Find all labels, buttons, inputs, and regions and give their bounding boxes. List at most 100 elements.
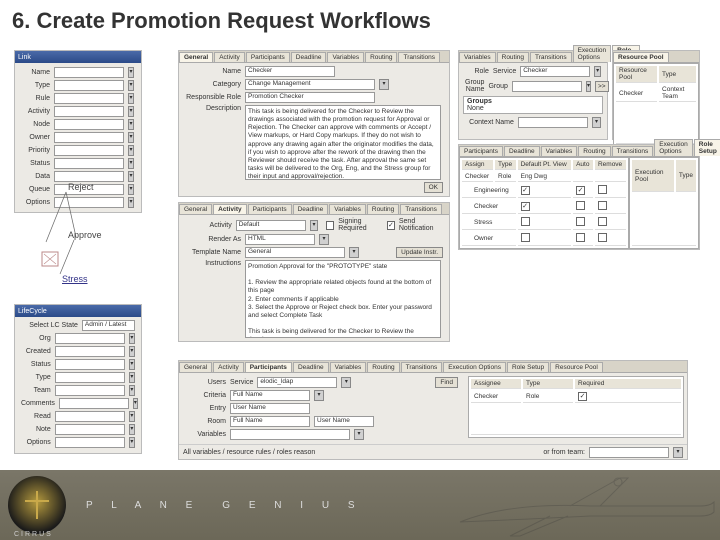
lc-sel5[interactable] [59,398,129,409]
chevron-down-icon[interactable]: ▾ [128,67,134,78]
chevron-down-icon[interactable]: ▾ [129,346,135,357]
chevron-down-icon[interactable]: ▾ [310,220,319,231]
cg-tab2[interactable]: Variables [541,146,578,156]
tab-trans-tr1[interactable]: Transitions [530,52,572,62]
chevron-down-icon[interactable]: ▾ [129,437,135,448]
cg-chk[interactable] [576,217,585,226]
tab-variables2[interactable]: Variables [329,204,366,214]
tab-variables[interactable]: Variables [327,52,364,62]
cg-chk[interactable] [521,217,530,226]
chevron-down-icon[interactable]: ▾ [319,234,329,245]
groups-listbox[interactable]: Groups None [463,96,603,114]
chevron-down-icon[interactable]: ▾ [129,424,135,435]
chevron-down-icon[interactable]: ▾ [128,93,134,104]
chevron-down-icon[interactable]: ▾ [129,385,135,396]
cg-chk[interactable] [598,185,607,194]
tab-vars-tr1[interactable]: Variables [459,52,496,62]
gen-cat-select[interactable]: Change Management [245,79,375,90]
criteria-select[interactable]: Full Name [230,390,310,401]
tab-respool-tr2[interactable]: Resource Pool [613,52,669,62]
tab-respool3[interactable]: Resource Pool [550,362,603,372]
cg-chk[interactable] [598,201,607,210]
tab-general3[interactable]: General [179,362,212,372]
tab-participants2[interactable]: Participants [248,204,292,214]
lc-sel3[interactable] [55,372,125,383]
lp-sel3[interactable] [54,106,124,117]
tab-activity[interactable]: Activity [214,52,245,62]
lc-sel8[interactable] [55,437,125,448]
signing-checkbox[interactable] [326,221,334,230]
cg-tab4[interactable]: Transitions [612,146,654,156]
lc-sel7[interactable] [55,424,125,435]
lp-sel8[interactable] [54,171,124,182]
gen-resp-input[interactable]: Promotion Checker [245,92,375,103]
cg-chk[interactable] [598,217,607,226]
tab-exec-tr1[interactable]: Execution Options [573,45,612,62]
chevron-down-icon[interactable]: ▾ [341,377,351,388]
tab-activity2[interactable]: Activity [213,204,246,214]
chevron-down-icon[interactable]: ▾ [129,372,135,383]
tab-rolesetup3[interactable]: Role Setup [507,362,549,372]
tab-routing-tr1[interactable]: Routing [497,52,529,62]
tab-participants3[interactable]: Participants [245,362,292,372]
users-select[interactable]: elodic_ldap [257,377,337,388]
team-select[interactable] [589,447,669,458]
ctx-select[interactable] [518,117,588,128]
tab-deadline3[interactable]: Deadline [293,362,329,372]
tab-routing2[interactable]: Routing [367,204,399,214]
chevron-down-icon[interactable]: ▾ [673,447,683,458]
render-select[interactable]: HTML [245,234,315,245]
tab-execopts3[interactable]: Execution Options [443,362,506,372]
lc-sel2[interactable] [55,359,125,370]
cg-chk[interactable] [521,202,530,211]
cg-chk[interactable] [576,233,585,242]
tab-routing[interactable]: Routing [365,52,397,62]
chevron-down-icon[interactable]: ▾ [586,81,591,92]
gen-ok-button[interactable]: OK [424,182,443,193]
add-group-button[interactable]: >> [595,81,609,92]
lc-sel0[interactable] [55,333,125,344]
chevron-down-icon[interactable]: ▾ [129,333,135,344]
tmpl-select[interactable]: General [245,247,345,258]
cg-tab1[interactable]: Deadline [504,146,540,156]
role-checker[interactable]: Checker [520,66,590,77]
lp-sel2[interactable] [54,93,124,104]
room-select[interactable]: Full Name [230,416,310,427]
chevron-down-icon[interactable]: ▾ [128,171,134,182]
chevron-down-icon[interactable]: ▾ [128,132,134,143]
cg-chk[interactable] [521,186,530,195]
chevron-down-icon[interactable]: ▾ [129,411,135,422]
tab-participants[interactable]: Participants [246,52,290,62]
entry-input[interactable]: User Name [230,403,310,414]
chevron-down-icon[interactable]: ▾ [128,119,134,130]
cg-tab3[interactable]: Routing [578,146,610,156]
lp-sel0[interactable] [54,67,124,78]
lc-sel1[interactable] [55,346,125,357]
lp-sel7[interactable] [54,158,124,169]
chevron-down-icon[interactable]: ▾ [349,247,359,258]
asg-req-chk[interactable] [578,392,587,401]
instr-text[interactable]: Promotion Approval for the "PROTOTYPE" s… [245,260,441,338]
tab-deadline[interactable]: Deadline [291,52,327,62]
lc-sel4[interactable] [55,385,125,396]
chevron-down-icon[interactable]: ▾ [594,66,601,77]
tab-deadline2[interactable]: Deadline [293,204,329,214]
update-instr-button[interactable]: Update Instr. [396,247,443,258]
cg-tab5[interactable]: Execution Options [654,139,693,156]
chevron-down-icon[interactable]: ▾ [354,429,364,440]
cg-tab6[interactable]: Role Setup [694,139,720,156]
find-button[interactable]: Find [435,377,458,388]
workflow-node-stress[interactable]: Stress [62,274,88,284]
tab-general[interactable]: General [179,52,213,62]
chevron-down-icon[interactable]: ▾ [379,79,389,90]
chevron-down-icon[interactable]: ▾ [128,80,134,91]
lp-sel1[interactable] [54,80,124,91]
chevron-down-icon[interactable]: ▾ [314,390,324,401]
act-select[interactable]: Default [236,220,306,231]
chevron-down-icon[interactable]: ▾ [133,398,138,409]
room-input2[interactable]: User Name [314,416,374,427]
gen-name-input[interactable]: Checker [245,66,335,77]
chevron-down-icon[interactable]: ▾ [128,158,134,169]
chevron-down-icon[interactable]: ▾ [128,145,134,156]
tab-routing3[interactable]: Routing [367,362,399,372]
